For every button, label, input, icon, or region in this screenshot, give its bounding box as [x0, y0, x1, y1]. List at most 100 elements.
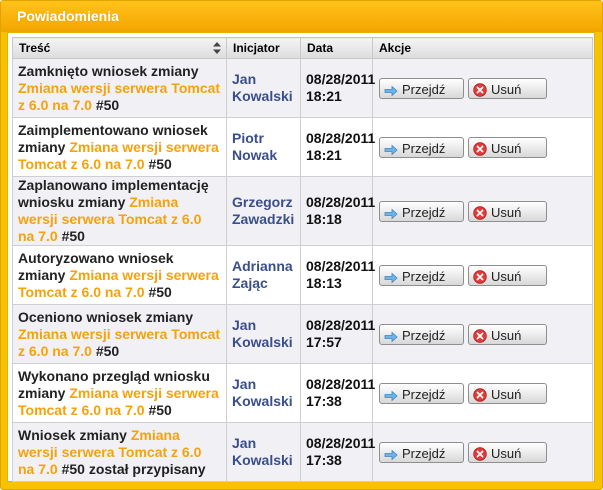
notification-text: Zaplanowano implementację wniosku zmiany: [18, 177, 209, 210]
initiator-cell: Jan Kowalski: [226, 363, 301, 423]
table-row: Wniosek zmiany Zmiana wersji serwera Tom…: [12, 422, 593, 482]
go-button-label: Przejdź: [402, 140, 446, 156]
date-cell: 08/28/2011 18:13: [300, 245, 376, 305]
panel-title: Powiadomienia: [1, 1, 602, 32]
date-cell: 08/28/2011 18:21: [300, 117, 376, 177]
arrow-right-icon: [384, 85, 398, 96]
delete-button-label: Usuń: [491, 204, 522, 220]
date-cell: 08/28/2011 17:57: [300, 304, 375, 364]
delete-button[interactable]: Usuń: [468, 136, 547, 158]
delete-x-icon: [473, 205, 487, 220]
notification-text: Wniosek zmiany: [18, 426, 131, 443]
notification-date: 08/28/2011 18:21: [306, 130, 376, 163]
notification-content: Wykonano przegląd wniosku zmiany Zmiana …: [12, 363, 227, 423]
go-button-label: Przejdź: [402, 327, 446, 343]
header-content-label: Treść: [19, 41, 51, 55]
delete-x-icon: [473, 387, 487, 402]
sort-arrows-icon[interactable]: [213, 42, 221, 54]
date-cell: 08/28/2011 18:18: [300, 176, 376, 246]
notification-text-suffix: #50: [57, 228, 85, 244]
actions-cell: Przejdź Usuń: [372, 176, 593, 246]
initiator-cell: Jan Kowalski: [226, 58, 301, 118]
notification-date: 08/28/2011 17:38: [306, 376, 376, 409]
initiator-link[interactable]: Grzegorz Zawadzki: [232, 194, 294, 227]
arrow-right-icon: [384, 144, 398, 155]
notification-content: Wniosek zmiany Zmiana wersji serwera Tom…: [12, 422, 227, 482]
go-button[interactable]: Przejdź: [379, 382, 464, 404]
header-actions-label: Akcje: [379, 41, 412, 55]
delete-x-icon: [473, 328, 487, 343]
go-button[interactable]: Przejdź: [379, 264, 464, 286]
notification-content: Zamknięto wniosek zmiany Zmiana wersji s…: [12, 58, 227, 118]
header-initiator: Inicjator: [226, 37, 301, 59]
table-row: Wykonano przegląd wniosku zmiany Zmiana …: [12, 363, 593, 423]
header-content[interactable]: Treść: [12, 37, 227, 59]
delete-button[interactable]: Usuń: [468, 441, 547, 463]
notification-text: Oceniono wniosek zmiany: [18, 308, 194, 325]
go-button-label: Przejdź: [402, 268, 446, 284]
delete-x-icon: [473, 141, 487, 156]
table-row: Oceniono wniosek zmiany Zmiana wersji se…: [12, 304, 593, 364]
go-button-label: Przejdź: [402, 81, 446, 97]
actions-cell: Przejdź Usuń: [372, 363, 593, 423]
initiator-link[interactable]: Jan Kowalski: [232, 435, 293, 468]
notification-date: 08/28/2011 18:13: [306, 258, 376, 291]
date-cell: 08/28/2011 18:21: [300, 58, 376, 118]
initiator-link[interactable]: Adrianna Zając: [232, 258, 293, 291]
arrow-right-icon: [384, 390, 398, 401]
table-row: Zaimplementowano wniosek zmiany Zmiana w…: [12, 117, 593, 177]
notification-date: 08/28/2011 18:21: [306, 71, 376, 104]
delete-button[interactable]: Usuń: [468, 77, 547, 99]
initiator-cell: Piotr Nowak: [226, 117, 301, 177]
notifications-table: Treść Inicjator Data Akcje Zamknięto wni…: [12, 37, 593, 482]
delete-x-icon: [473, 269, 487, 284]
panel-body: Treść Inicjator Data Akcje Zamknięto wni…: [7, 32, 595, 482]
go-button[interactable]: Przejdź: [379, 441, 464, 463]
actions-cell: Przejdź Usuń: [372, 117, 593, 177]
actions-cell: Przejdź Usuń: [372, 422, 593, 482]
delete-x-icon: [473, 82, 487, 97]
go-button[interactable]: Przejdź: [379, 77, 464, 99]
header-date: Data: [300, 37, 373, 59]
delete-button[interactable]: Usuń: [468, 264, 547, 286]
go-button[interactable]: Przejdź: [379, 136, 464, 158]
notification-content: Oceniono wniosek zmiany Zmiana wersji se…: [12, 304, 227, 364]
initiator-link[interactable]: Jan Kowalski: [232, 71, 293, 104]
delete-button-label: Usuń: [491, 268, 522, 284]
table-row: Zamknięto wniosek zmiany Zmiana wersji s…: [12, 58, 593, 118]
actions-cell: Przejdź Usuń: [372, 58, 593, 118]
notifications-panel: Powiadomienia Treść Inicjator Data Akcje…: [0, 0, 603, 490]
date-cell: 08/28/2011 17:38: [300, 422, 376, 482]
initiator-link[interactable]: Jan Kowalski: [232, 376, 293, 409]
go-button[interactable]: Przejdź: [379, 323, 464, 345]
notification-content: Autoryzowano wniosek zmiany Zmiana wersj…: [12, 245, 227, 305]
delete-button-label: Usuń: [491, 140, 522, 156]
go-button-label: Przejdź: [402, 445, 446, 461]
delete-button[interactable]: Usuń: [468, 200, 547, 222]
arrow-right-icon: [384, 208, 398, 219]
notification-text-suffix: #50: [91, 96, 120, 113]
notification-content: Zaplanowano implementację wniosku zmiany…: [12, 176, 227, 246]
delete-button[interactable]: Usuń: [468, 382, 547, 404]
delete-x-icon: [473, 446, 487, 461]
table-row: Autoryzowano wniosek zmiany Zmiana wersj…: [12, 245, 593, 305]
arrow-right-icon: [384, 272, 398, 283]
go-button-label: Przejdź: [402, 204, 446, 220]
actions-cell: Przejdź Usuń: [372, 304, 593, 364]
notification-date: 08/28/2011 18:18: [306, 194, 376, 227]
go-button-label: Przejdź: [402, 386, 446, 402]
initiator-link[interactable]: Piotr Nowak: [232, 130, 277, 163]
header-actions: Akcje: [372, 37, 593, 59]
date-cell: 08/28/2011 17:38: [300, 363, 376, 423]
delete-button-label: Usuń: [491, 81, 522, 97]
initiator-cell: Jan Kowalski: [226, 422, 301, 482]
header-date-label: Data: [307, 41, 334, 55]
notification-text-suffix: #50: [144, 401, 172, 418]
actions-cell: Przejdź Usuń: [372, 245, 593, 305]
delete-button[interactable]: Usuń: [468, 323, 547, 345]
notification-date: 08/28/2011 17:38: [306, 435, 376, 468]
go-button[interactable]: Przejdź: [379, 200, 464, 222]
notification-text-suffix: #50: [144, 155, 172, 172]
initiator-link[interactable]: Jan Kowalski: [232, 317, 293, 350]
notification-text: Zamknięto wniosek zmiany: [18, 62, 199, 79]
